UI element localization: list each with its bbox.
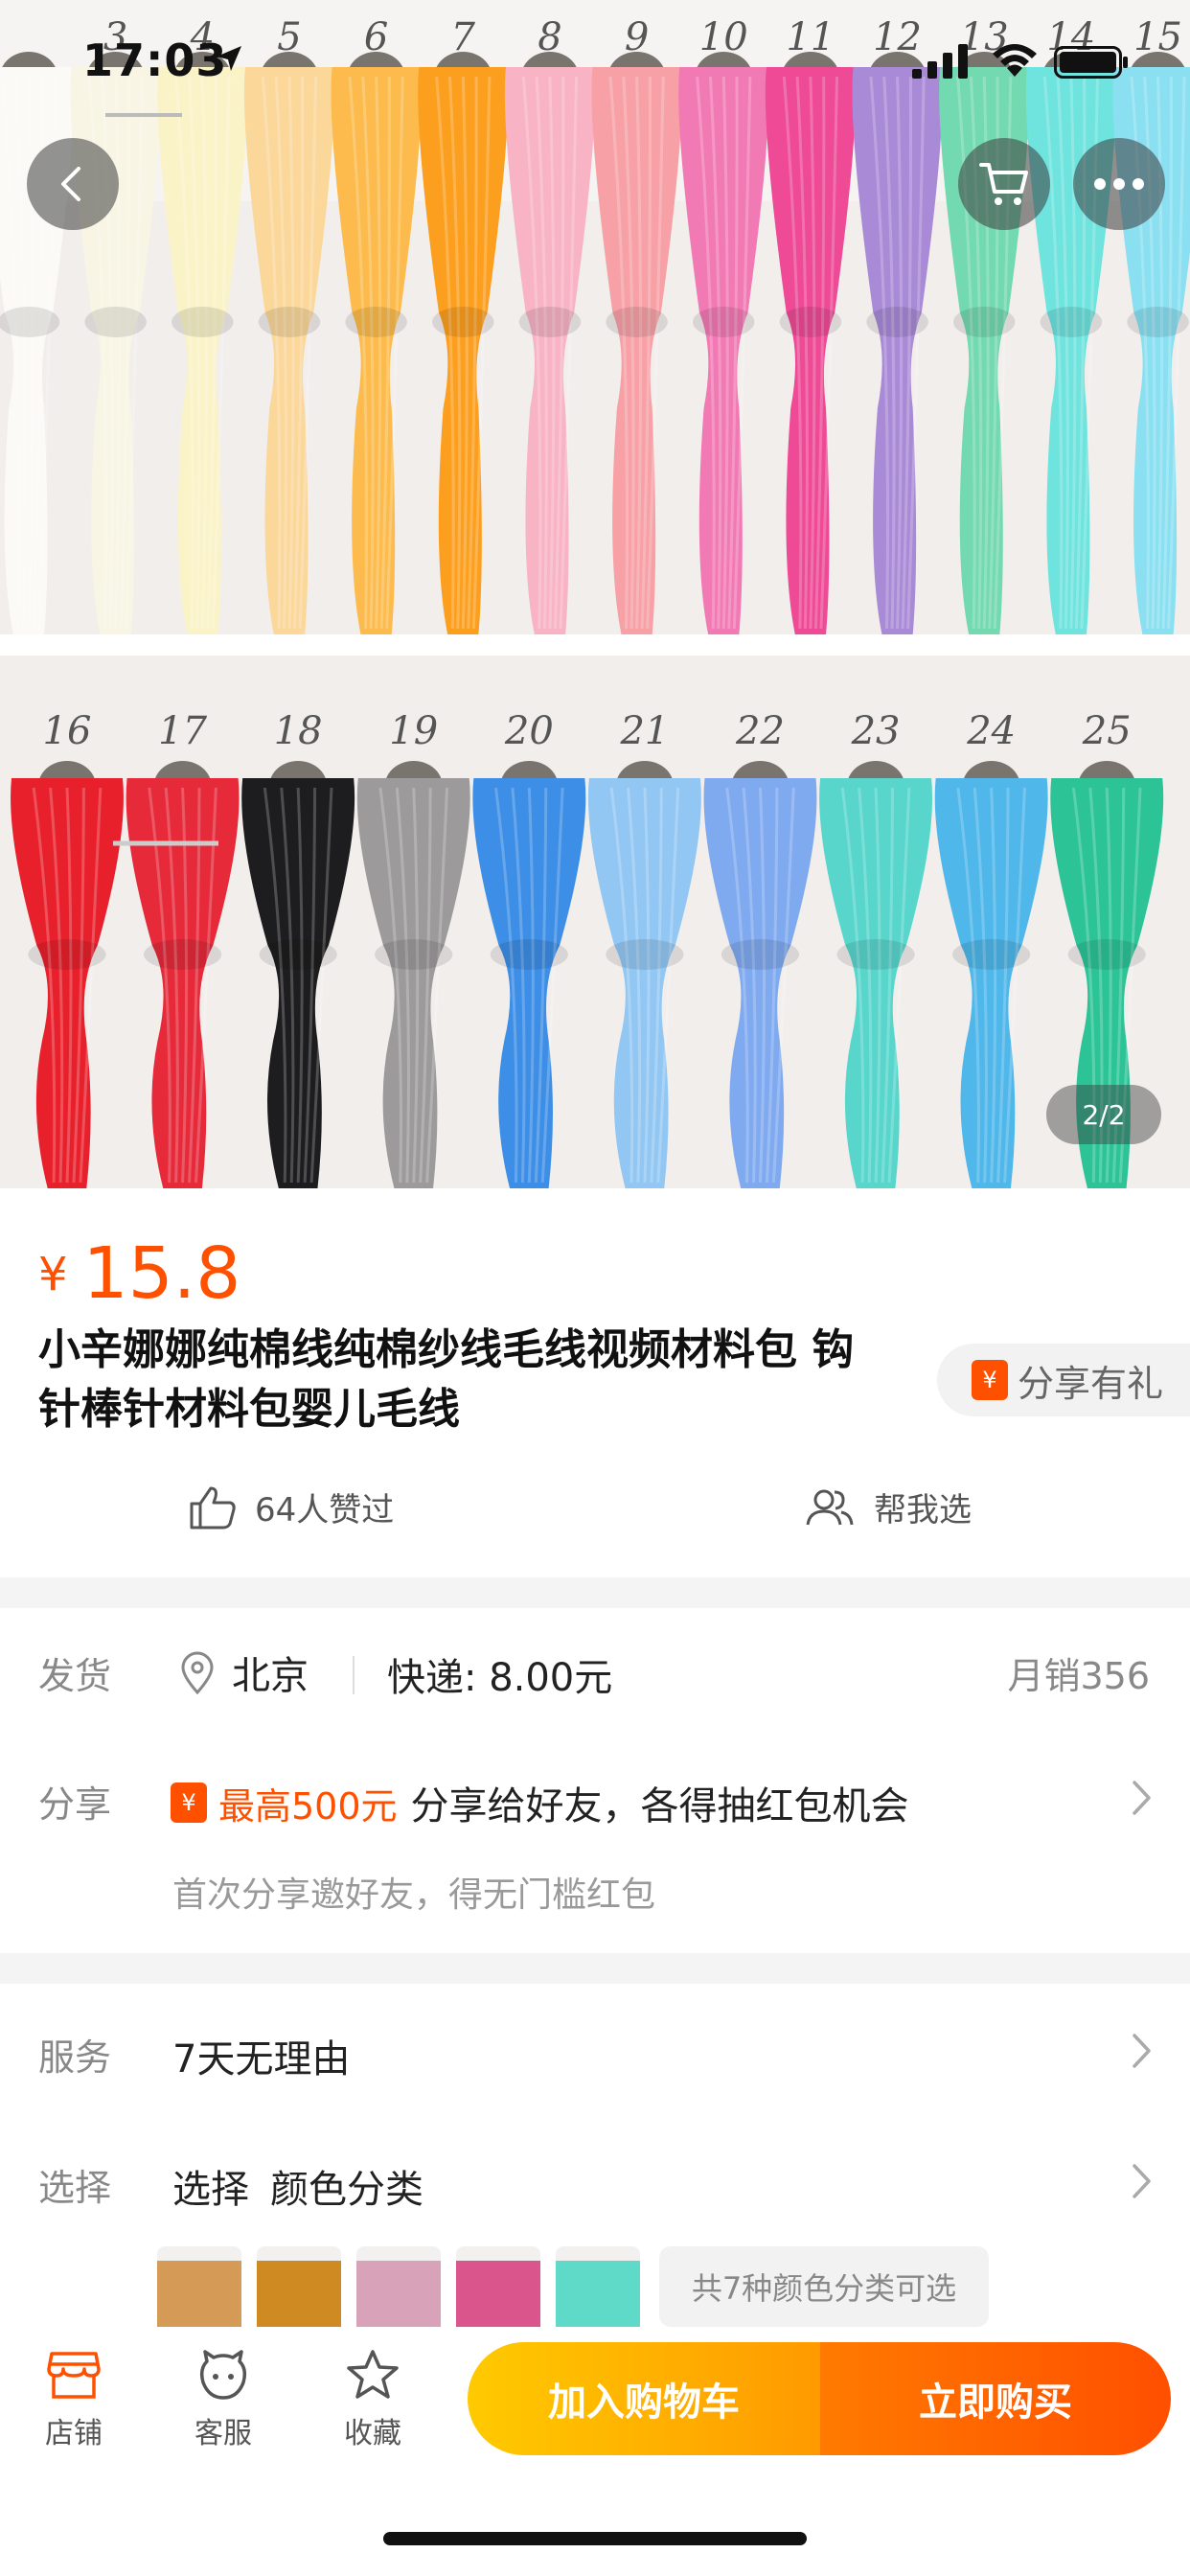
swatch-number: 20 <box>504 709 554 753</box>
like-button[interactable]: 64人赞过 <box>188 1484 394 1530</box>
back-button[interactable] <box>27 138 119 230</box>
status-time: 17:03 <box>82 34 228 86</box>
color-swatches[interactable] <box>157 2246 655 2327</box>
swatch-number: 25 <box>1082 709 1132 753</box>
red-envelope-icon: ¥ <box>171 1782 207 1823</box>
customer-service-icon <box>199 2350 247 2400</box>
shipping-separator <box>353 1656 355 1694</box>
tab-favorite-label: 收藏 <box>344 2417 401 2450</box>
select-label: 选择 <box>38 2167 112 2209</box>
color-swatch[interactable] <box>157 2246 241 2327</box>
red-envelope-icon: ¥ <box>972 1360 1008 1400</box>
image-counter: 2/2 <box>1046 1085 1161 1144</box>
location-arrow-icon <box>217 46 241 71</box>
swatch-number: 24 <box>966 709 1016 753</box>
currency-symbol: ¥ <box>38 1248 68 1301</box>
cart-icon <box>979 163 1028 205</box>
select-prefix: 选择 <box>172 2168 249 2212</box>
wifi-icon <box>993 44 1037 77</box>
color-swatch[interactable] <box>356 2246 441 2327</box>
people-icon <box>806 1489 854 1525</box>
battery-icon <box>1054 46 1128 79</box>
shop-icon <box>47 2352 101 2399</box>
service-label: 服务 <box>38 2036 112 2079</box>
signal-icon <box>912 44 968 79</box>
location-pin-icon <box>181 1651 214 1695</box>
swatch-number: 23 <box>851 709 901 753</box>
add-to-cart-button[interactable]: 加入购物车 <box>468 2342 820 2455</box>
price-value: 15.8 <box>82 1232 241 1315</box>
likes-count: 64人赞过 <box>255 1491 395 1530</box>
tab-customer-service[interactable]: 客服 <box>171 2348 276 2451</box>
likes-row: 64人赞过 帮我选 <box>0 1476 1190 1552</box>
swatch-number: 17 <box>158 709 207 753</box>
share-label: 分享 <box>38 1783 112 1826</box>
shipping-fee: 快递: 8.00元 <box>387 1656 613 1700</box>
tab-service-label: 客服 <box>195 2417 252 2450</box>
swatch-number: 21 <box>619 709 669 753</box>
more-dots-icon <box>1094 178 1144 190</box>
color-swatch[interactable] <box>456 2246 540 2327</box>
star-icon <box>347 2350 399 2399</box>
thumbs-up-icon <box>190 1486 236 1529</box>
image-divider <box>0 634 1190 656</box>
more-button[interactable] <box>1073 138 1165 230</box>
shipping-city: 北京 <box>232 1654 309 1698</box>
swatch-number: 16 <box>43 709 92 753</box>
service-value[interactable]: 7天无理由 <box>172 2028 350 2083</box>
share-highlight: 最高500元 <box>218 1784 398 1828</box>
help-choose-button[interactable]: 帮我选 <box>803 1484 972 1530</box>
status-bar: 17:03 <box>0 0 1190 126</box>
monthly-sales: 月销356 <box>1007 1655 1150 1697</box>
swatch-number: 19 <box>389 709 438 753</box>
buy-now-button[interactable]: 立即购买 <box>820 2342 1171 2455</box>
share-gift-label: 分享有礼 <box>1018 1362 1164 1405</box>
chevron-left-icon <box>61 167 80 201</box>
chevron-right-icon[interactable] <box>1131 2032 1154 2070</box>
swatch-number: 18 <box>274 709 323 753</box>
shipping-location: 北京 <box>178 1644 309 1700</box>
color-options-note[interactable]: 共7种颜色分类可选 <box>659 2246 989 2327</box>
color-swatch[interactable] <box>556 2246 640 2327</box>
share-gift-button[interactable]: ¥ 分享有礼 <box>937 1344 1190 1416</box>
section-divider <box>0 1577 1190 1608</box>
tab-shop-label: 店铺 <box>45 2417 103 2450</box>
share-subtext: 首次分享邀好友，得无门槛红包 <box>172 1875 656 1915</box>
help-choose-label: 帮我选 <box>874 1491 972 1530</box>
swatch-number: 22 <box>735 709 785 753</box>
share-text: 分享给好友，各得抽红包机会 <box>410 1784 909 1828</box>
select-value[interactable]: 选择 颜色分类 <box>172 2158 423 2214</box>
chevron-right-icon[interactable] <box>1131 1779 1154 1817</box>
tab-shop[interactable]: 店铺 <box>21 2348 126 2451</box>
cart-button[interactable] <box>958 138 1050 230</box>
tab-favorite[interactable]: 收藏 <box>320 2348 425 2451</box>
home-indicator <box>383 2532 807 2545</box>
share-row[interactable]: ¥ 最高500元 分享给好友，各得抽红包机会 <box>171 1775 909 1830</box>
select-option: 颜色分类 <box>270 2168 423 2212</box>
product-title: 小辛娜娜纯棉线纯棉纱线毛线视频材料包 钩针棒针材料包婴儿毛线 <box>38 1325 855 1434</box>
shipping-label: 发货 <box>38 1655 112 1697</box>
color-swatch[interactable] <box>257 2246 341 2327</box>
section-divider <box>0 1953 1190 1984</box>
price: ¥15.8 <box>38 1232 240 1315</box>
chevron-right-icon[interactable] <box>1131 2162 1154 2200</box>
